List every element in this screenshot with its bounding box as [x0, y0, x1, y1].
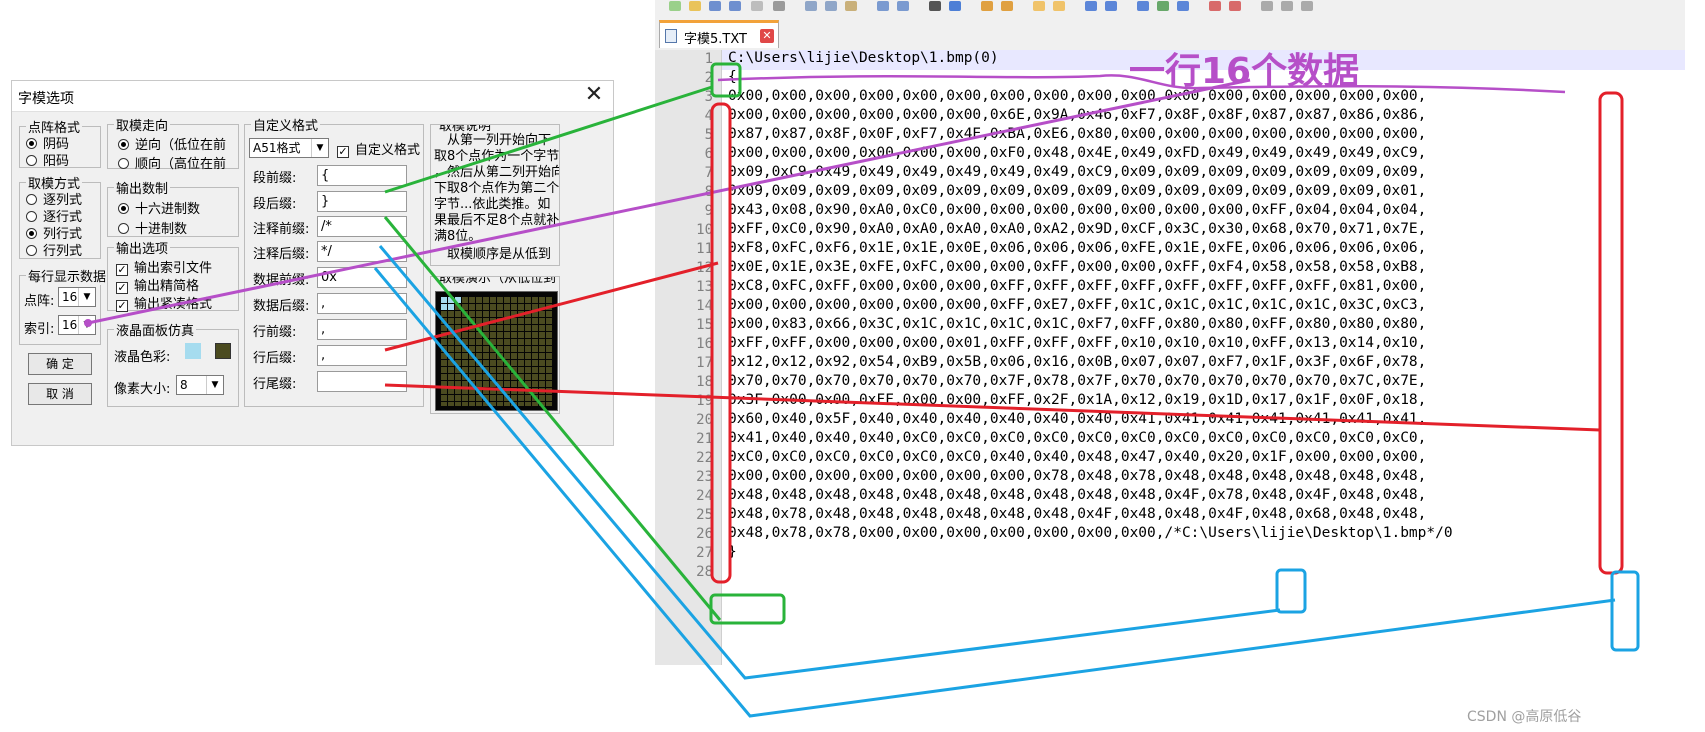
blue-box-comment-suffix — [1610, 570, 1640, 652]
annotation-title: 一行16个数据 — [1129, 51, 1360, 92]
purple-arrow-to-dots-select — [87, 78, 1251, 325]
blue-line-comment-suffix — [373, 267, 1616, 718]
annotation-overlay — [84, 62, 1640, 718]
blue-line-comment-prefix — [378, 245, 1281, 680]
green-line-segment-prefix — [384, 85, 713, 194]
green-box-close-brace — [709, 593, 786, 625]
watermark: CSDN @高原低谷 — [1467, 709, 1582, 725]
red-box-row-suffix — [1598, 91, 1624, 575]
red-box-row-prefix — [710, 102, 732, 584]
green-line-segment-suffix — [383, 216, 722, 621]
blue-box-comment-prefix — [1275, 568, 1307, 614]
purple-arrow-end — [84, 319, 92, 327]
red-line-row-suffix — [384, 383, 1601, 432]
